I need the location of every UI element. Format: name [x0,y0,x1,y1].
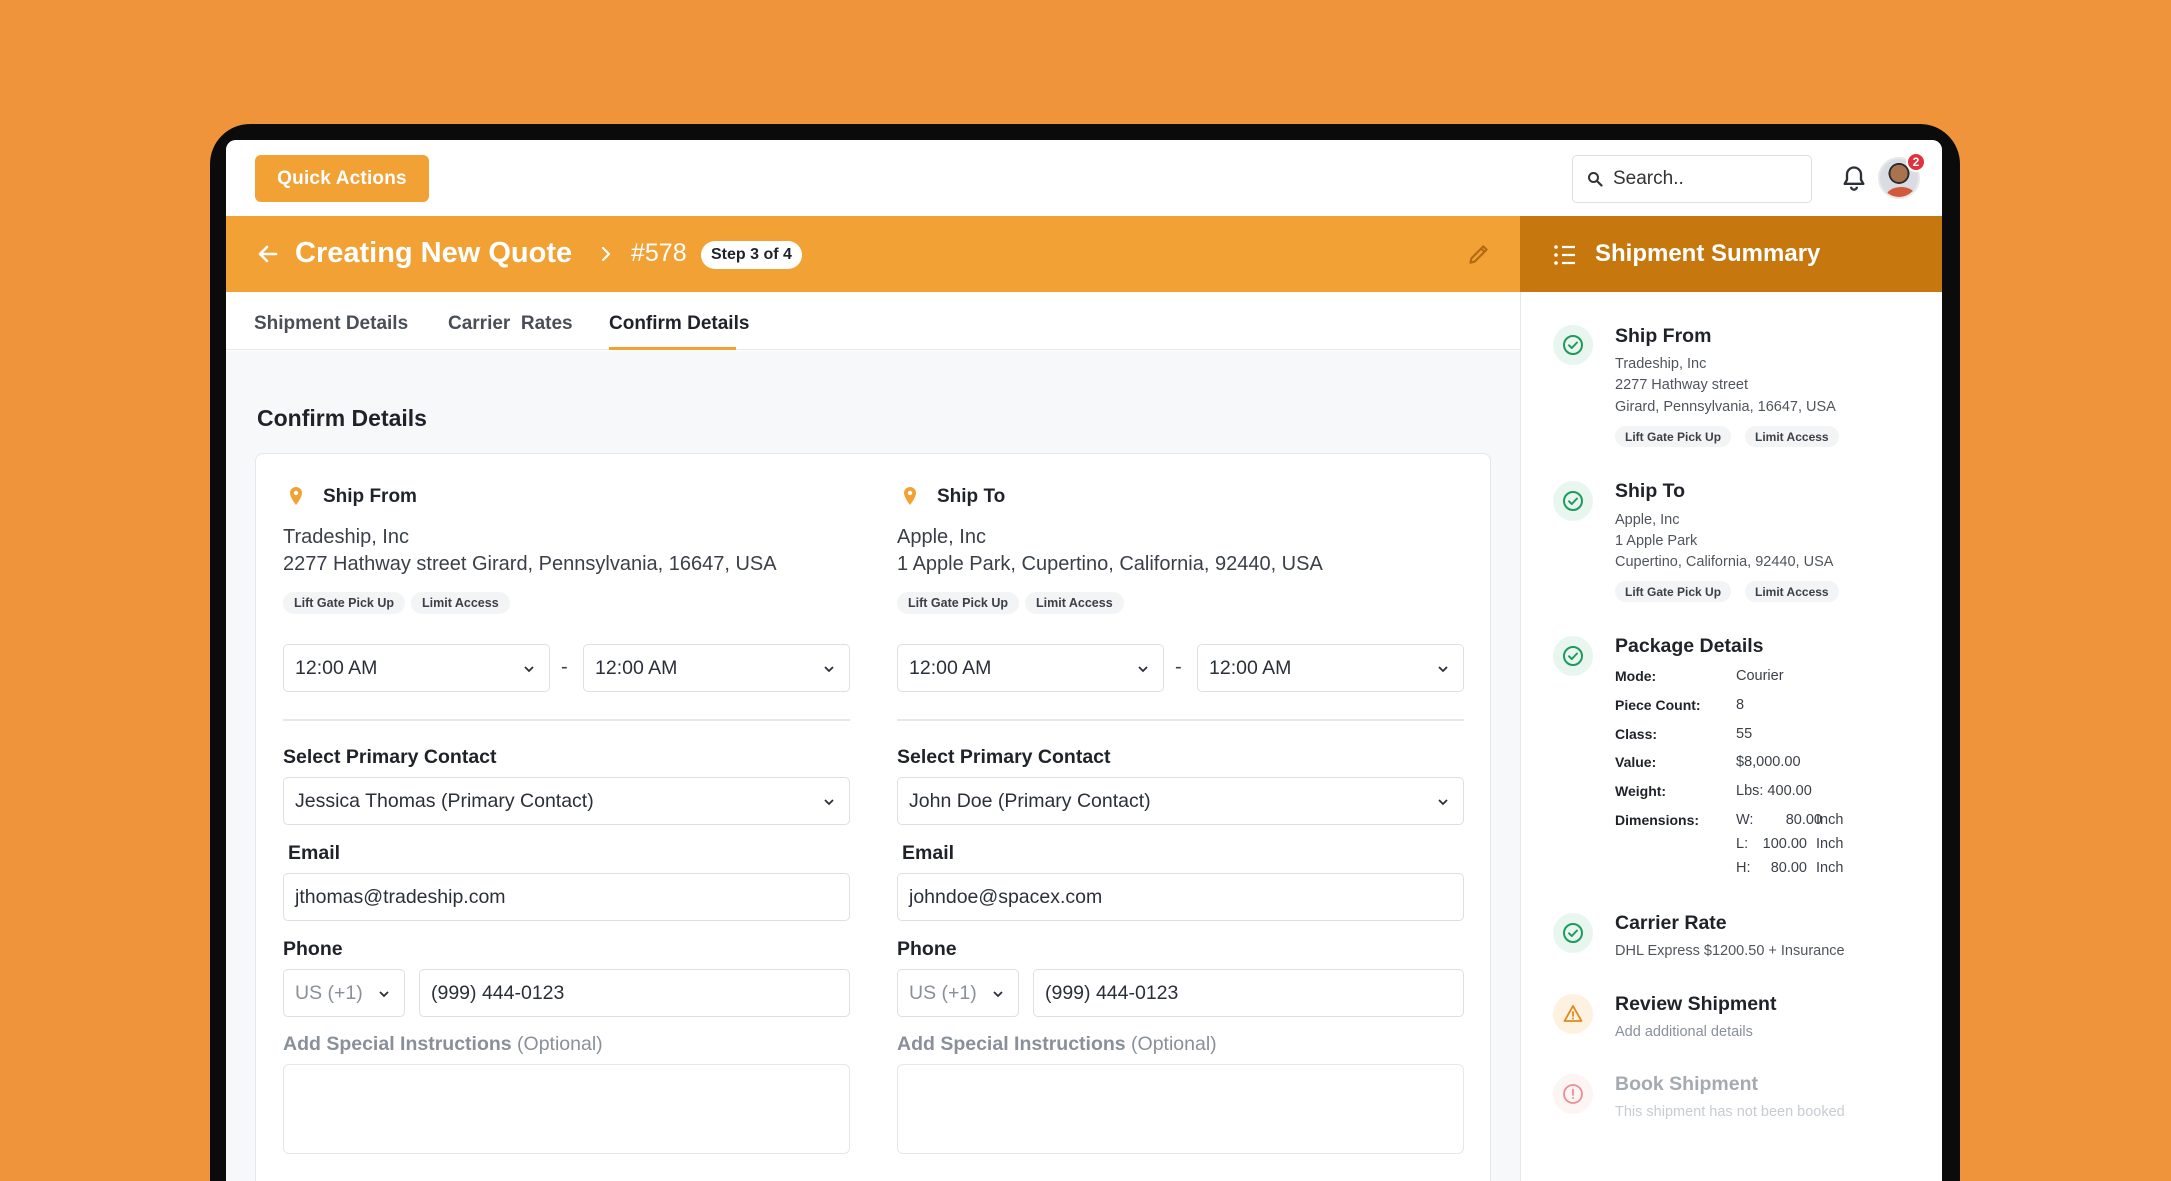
ship-from-contact-select[interactable]: Jessica Thomas (Primary Contact) [283,777,850,825]
select-value: 12:00 AM [909,656,992,679]
ship-from-title: Ship From [323,486,417,507]
tab-shipment-details[interactable]: Shipment Details [254,313,408,335]
ship-from-email-field[interactable]: jthomas@tradeship.com [283,873,850,921]
ship-to-phone-field[interactable]: (999) 444-0123 [1033,969,1464,1017]
time-separator: - [1175,656,1182,678]
select-value: US (+1) [909,981,977,1004]
ship-from-email-label: Email [288,842,341,864]
chevron-down-icon [524,666,534,673]
chevron-down-icon [1138,666,1148,673]
ship-to-email-label: Email [902,842,955,864]
chevron-down-icon [379,991,389,998]
select-value: 12:00 AM [295,656,378,679]
tab-confirm-details[interactable]: Confirm Details [609,313,749,335]
ship-to-tag-limit-access: Limit Access [1025,592,1124,614]
top-bar: Quick Actions 2 [226,140,1942,216]
ship-from-contact-label: Select Primary Contact [283,746,497,768]
chevron-down-icon [1438,799,1448,806]
ship-from-tag-liftgate: Lift Gate Pick Up [283,592,406,614]
chevron-right-icon [601,246,611,262]
step-badge: Step 3 of 4 [701,241,802,269]
divider [897,719,1464,721]
divider [283,719,850,721]
ship-to-country-code-select[interactable]: US (+1) [897,969,1019,1017]
ship-to-title: Ship To [937,486,1006,507]
ship-to-time-start-select[interactable]: 12:00 AM [897,644,1164,692]
select-value: US (+1) [295,981,363,1004]
ship-to-instructions-label: Add Special Instructions (Optional) [897,1033,1217,1056]
ship-from-phone-field[interactable]: (999) 444-0123 [419,969,850,1017]
instructions-label-text: Add Special Instructions [283,1033,512,1055]
select-value: 12:00 AM [1209,656,1292,679]
list-icon [1554,245,1575,265]
ship-from-country-code-select[interactable]: US (+1) [283,969,405,1017]
summary-header: Shipment Summary [1520,216,1942,292]
select-value: 12:00 AM [595,656,678,679]
tab-bar [226,292,1520,350]
ship-to-address: 1 Apple Park, Cupertino, California, 924… [897,553,1323,575]
quick-actions-button[interactable]: Quick Actions [255,155,429,202]
ship-from-instructions-label: Add Special Instructions (Optional) [283,1033,603,1056]
ship-to-company: Apple, Inc [897,526,986,548]
ship-to-email-field[interactable]: johndoe@spacex.com [897,873,1464,921]
optional-text: (Optional) [1131,1033,1217,1055]
pencil-icon[interactable] [1466,241,1492,267]
ship-from-time-end-select[interactable]: 12:00 AM [583,644,850,692]
summary-title: Shipment Summary [1595,240,1821,267]
avatar-body [1886,187,1916,197]
ship-to-instructions-textarea[interactable] [897,1064,1464,1154]
section-title: Confirm Details [257,405,427,431]
ship-to-time-end-select[interactable]: 12:00 AM [1197,644,1464,692]
ship-to-contact-select[interactable]: John Doe (Primary Contact) [897,777,1464,825]
ship-from-address: 2277 Hathway street Girard, Pennsylvania… [283,553,777,575]
search-icon [1588,172,1603,187]
notification-badge: 2 [1906,152,1926,172]
page-title: Creating New Quote [295,237,573,269]
ship-to-phone-label: Phone [897,938,957,960]
location-pin-icon [904,487,916,505]
chevron-down-icon [824,799,834,806]
ship-to-contact-label: Select Primary Contact [897,746,1111,768]
select-value: John Doe (Primary Contact) [909,789,1151,812]
quote-header: Creating New Quote #578 Step 3 of 4 [226,216,1520,292]
search-box[interactable] [1572,155,1812,203]
ship-from-instructions-textarea[interactable] [283,1064,850,1154]
time-separator: - [561,656,568,678]
instructions-label-text: Add Special Instructions [897,1033,1126,1055]
chevron-down-icon [993,991,1003,998]
chevron-down-icon [1438,666,1448,673]
ship-from-tag-limit-access: Limit Access [411,592,510,614]
location-pin-icon [290,487,302,505]
optional-text: (Optional) [517,1033,603,1055]
ship-to-tag-liftgate: Lift Gate Pick Up [897,592,1020,614]
back-arrow-icon[interactable] [256,242,280,266]
select-value: Jessica Thomas (Primary Contact) [295,789,594,812]
ship-from-company: Tradeship, Inc [283,526,409,548]
tab-carrier-rates[interactable]: Carrier Rates [448,313,573,335]
quote-id: #578 [631,239,687,267]
chevron-down-icon [824,666,834,673]
active-tab-indicator [609,347,736,350]
ship-from-phone-label: Phone [283,938,343,960]
ship-from-time-start-select[interactable]: 12:00 AM [283,644,550,692]
bell-icon[interactable] [1840,164,1868,192]
app-screen: Quick Actions 2 Creating New Quote #578 … [226,140,1942,1181]
search-input[interactable] [1613,168,1793,190]
